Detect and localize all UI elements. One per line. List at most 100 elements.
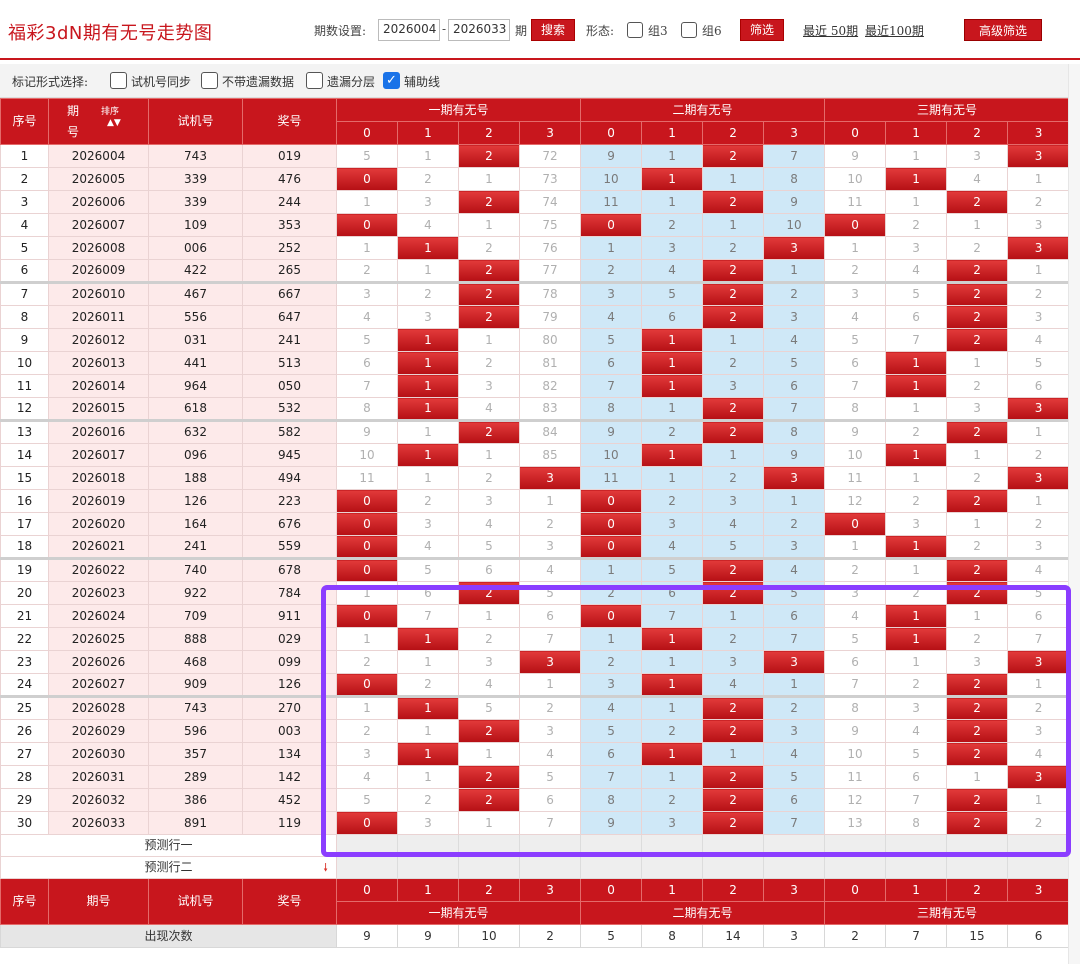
predict-cell[interactable] <box>397 834 459 857</box>
hit-cell: 0 <box>336 557 398 582</box>
omission-cell: 85 <box>518 443 582 467</box>
advanced-filter-button[interactable]: 高级筛选 <box>964 19 1042 41</box>
row-seq: 21 <box>0 604 49 628</box>
table-row: 19 2026022 740 678 0 5 6 4 1 5 2 4 2 1 2 4 <box>0 557 1068 582</box>
row-issue: 2026011 <box>48 305 149 329</box>
filter-button[interactable]: 筛选 <box>740 19 784 41</box>
table-row: 2 2026005 339 476 0 2 1 73 10 1 1 8 10 1 4 1 <box>0 167 1068 191</box>
recent-100-link[interactable]: 最近100期 <box>865 22 924 39</box>
predict-cell[interactable] <box>336 834 398 857</box>
hit-cell: 2 <box>702 719 765 743</box>
footer-digit: 2 <box>458 878 520 902</box>
omission-cell: 1 <box>458 167 520 191</box>
sort-label[interactable]: 排序 <box>101 107 119 117</box>
predict-cell[interactable] <box>580 856 643 879</box>
omission-cell: 6 <box>763 604 826 628</box>
predict-cell[interactable] <box>702 856 765 879</box>
footer-digit: 2 <box>702 878 765 902</box>
predict-cell[interactable] <box>824 834 887 857</box>
omission-cell: 4 <box>824 604 887 628</box>
predict-cell[interactable] <box>885 856 948 879</box>
omission-cell: 2 <box>336 650 398 674</box>
row-issue: 2026027 <box>48 673 149 697</box>
omission-cell: 10 <box>580 443 643 467</box>
omission-cell: 75 <box>518 213 582 237</box>
group6-checkbox[interactable] <box>681 22 697 38</box>
period-to-input[interactable]: 2026033 <box>448 19 510 41</box>
predict-cell[interactable] <box>518 834 582 857</box>
arrow-down-icon[interactable]: 🠗 <box>323 858 328 878</box>
omission-cell: 5 <box>1007 581 1068 605</box>
col-header-issue[interactable]: 期 号 排序 ▲▼ <box>48 98 149 145</box>
row-trial: 740 <box>148 557 243 582</box>
predict-cell[interactable] <box>641 834 704 857</box>
period-from-input[interactable]: 2026004 <box>378 19 440 41</box>
omission-cell: 5 <box>518 581 582 605</box>
omission-cell: 2 <box>885 581 948 605</box>
omission-cell: 8 <box>824 695 887 720</box>
no-omission-checkbox[interactable] <box>201 72 218 89</box>
omission-cell: 6 <box>518 788 582 812</box>
omission-cell: 4 <box>1007 742 1068 766</box>
hit-cell: 1 <box>641 742 704 766</box>
predict-cell[interactable] <box>946 834 1009 857</box>
omission-cell: 1 <box>885 557 948 582</box>
row-seq: 14 <box>0 443 49 467</box>
omission-cell: 5 <box>336 328 398 352</box>
predict-cell[interactable] <box>336 856 398 879</box>
hit-cell: 2 <box>702 305 765 329</box>
row-issue: 2026004 <box>48 144 149 168</box>
predict-cell[interactable] <box>641 856 704 879</box>
predict-cell[interactable] <box>1007 856 1068 879</box>
hit-cell: 1 <box>885 604 948 628</box>
omission-cell: 4 <box>580 695 643 720</box>
table-row: 30 2026033 891 119 0 3 1 7 9 3 2 7 13 8 2 2 <box>0 811 1068 835</box>
omission-cell: 9 <box>763 443 826 467</box>
predict-cell[interactable] <box>580 834 643 857</box>
group3-checkbox[interactable] <box>627 22 643 38</box>
hit-cell: 2 <box>946 673 1009 697</box>
omission-cell: 2 <box>641 419 704 444</box>
predict-cell[interactable] <box>885 834 948 857</box>
row-award: 241 <box>242 328 337 352</box>
hit-cell: 3 <box>1007 144 1068 168</box>
predict-cell[interactable] <box>824 856 887 879</box>
predict-cell[interactable] <box>763 834 826 857</box>
omission-layer-checkbox[interactable] <box>306 72 323 89</box>
footer-header-issue: 期号 <box>48 878 149 925</box>
recent-50-link[interactable]: 最近 50期 <box>803 22 858 39</box>
predict-cell[interactable] <box>763 856 826 879</box>
hit-cell: 2 <box>458 190 520 214</box>
row-seq: 25 <box>0 695 49 720</box>
predict-cell[interactable] <box>458 834 520 857</box>
omission-cell: 9 <box>580 419 643 444</box>
omission-cell: 1 <box>518 489 582 513</box>
table-row: 7 2026010 467 667 3 2 2 78 3 5 2 2 3 5 2 2 <box>0 281 1068 306</box>
predict-cell[interactable] <box>702 834 765 857</box>
footer-header-award: 奖号 <box>242 878 337 925</box>
sort-arrows-icon[interactable]: ▲▼ <box>107 119 121 128</box>
omission-cell: 1 <box>763 259 826 283</box>
row-award: 476 <box>242 167 337 191</box>
trend-table: 序号 期 号 排序 ▲▼ 试机号 奖号 一期有无号 二期有无号 三期有无号 01… <box>0 98 1068 948</box>
search-button[interactable]: 搜索 <box>531 19 575 41</box>
row-trial: 556 <box>148 305 243 329</box>
omission-cell: 2 <box>885 489 948 513</box>
omission-cell: 1 <box>763 673 826 697</box>
predict-cell[interactable] <box>946 856 1009 879</box>
row-award: 265 <box>242 259 337 283</box>
hit-cell: 2 <box>702 397 765 421</box>
period-setting-label: 期数设置: <box>314 24 367 38</box>
row-award: 353 <box>242 213 337 237</box>
predict-cell[interactable] <box>397 856 459 879</box>
vertical-scrollbar[interactable] <box>1068 64 1080 964</box>
predict-cell[interactable] <box>518 856 582 879</box>
predict-cell[interactable] <box>1007 834 1068 857</box>
row-trial: 386 <box>148 788 243 812</box>
digit-header: 1 <box>641 121 704 145</box>
trial-sync-checkbox[interactable] <box>110 72 127 89</box>
predict-cell[interactable] <box>458 856 520 879</box>
row-issue: 2026032 <box>48 788 149 812</box>
assist-line-checkbox[interactable]: ✓ <box>383 72 400 89</box>
row-award: 647 <box>242 305 337 329</box>
